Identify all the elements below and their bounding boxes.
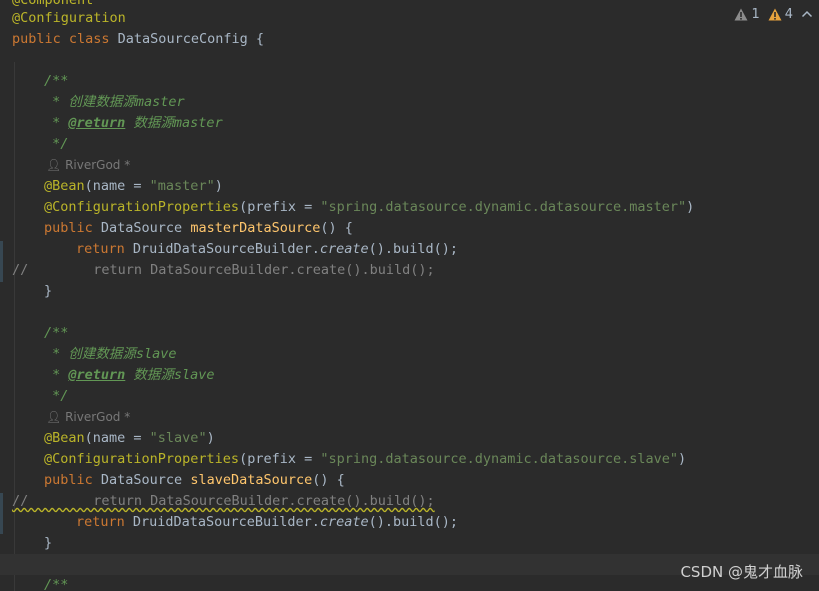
author-name: RiverGod * (65, 158, 131, 172)
warning-count: 4 (784, 6, 793, 22)
line-comment: // return DataSourceBuilder.create().bui… (12, 262, 435, 278)
code-line[interactable]: @ConfigurationProperties(prefix = "sprin… (0, 197, 819, 218)
doc-comment-text: * (44, 367, 69, 383)
string-literal: "slave" (149, 430, 207, 446)
annotation: @Bean (44, 430, 85, 446)
doc-comment: /** (44, 73, 69, 89)
code-line[interactable]: return DruidDataSourceBuilder.create().b… (0, 239, 819, 260)
code-text: ) (214, 178, 223, 194)
keyword: return (76, 241, 133, 257)
code-text: ) (686, 199, 695, 215)
code-text: (prefix = (239, 451, 321, 467)
doc-comment-text: master (135, 94, 185, 110)
code-line[interactable]: */ (0, 134, 819, 155)
code-line[interactable]: public class DataSourceConfig { (0, 29, 819, 50)
string-literal: "master" (149, 178, 215, 194)
doc-comment: */ (44, 388, 69, 404)
static-method-call: create (319, 241, 369, 257)
code-line[interactable]: @Configuration (0, 8, 819, 29)
code-text: ) (206, 430, 215, 446)
code-text: ) (677, 451, 687, 467)
code-line[interactable]: * 创建数据源slave (0, 344, 819, 365)
keyword: return (76, 514, 133, 530)
method-name: slaveDataSource (190, 472, 313, 488)
annotation: @ConfigurationProperties (44, 451, 240, 467)
code-editor[interactable]: @Component @Configuration public class D… (0, 0, 819, 591)
string-literal: "spring.datasource.dynamic.datasource.ma… (320, 199, 687, 215)
code-line[interactable]: * @return 数据源slave (0, 365, 819, 386)
doc-tag: @return (68, 367, 126, 383)
method-name: masterDataSource (190, 220, 321, 236)
code-line[interactable]: public DataSource slaveDataSource() { (0, 470, 819, 491)
static-method-call: create (319, 514, 369, 530)
code-text: DruidDataSourceBuilder. (132, 241, 320, 257)
string-literal: "spring.datasource.dynamic.datasource.sl… (320, 451, 678, 467)
warning-icon (768, 8, 782, 20)
author-inlay-line[interactable]: 👤︎ RiverGod * (0, 155, 819, 176)
weak-warning-icon (734, 8, 748, 20)
weak-warning-count: 1 (751, 6, 760, 22)
watermark: CSDN @鬼才血脉 (680, 563, 803, 581)
author-name: RiverGod * (65, 410, 131, 424)
doc-comment: /** (44, 577, 69, 591)
code-text: ().build(); (368, 241, 459, 257)
doc-tag: @return (68, 115, 126, 131)
code-line[interactable]: } (0, 533, 819, 554)
code-line[interactable]: /** (0, 323, 819, 344)
code-line[interactable]: * 创建数据源master (0, 92, 819, 113)
code-text: ().build(); (368, 514, 459, 530)
code-line[interactable]: @Bean(name = "master") (0, 176, 819, 197)
code-line[interactable]: public DataSource masterDataSource() { (0, 218, 819, 239)
code-text: () { (312, 472, 345, 488)
closing-brace: } (44, 535, 53, 551)
doc-comment-text: 数据源master (125, 115, 223, 131)
annotation: @Bean (44, 178, 85, 194)
inspection-widget[interactable]: 1 4 (734, 4, 813, 24)
code-line[interactable]: @Bean(name = "slave") (0, 428, 819, 449)
warning-indicator[interactable]: 4 (768, 7, 793, 22)
annotation: @ConfigurationProperties (44, 199, 240, 215)
type-name: DataSource (100, 472, 191, 488)
keyword: public class (12, 31, 118, 47)
code-text: () { (320, 220, 353, 236)
code-text: DruidDataSourceBuilder. (132, 514, 320, 530)
code-text: (prefix = (239, 199, 321, 215)
author-inlay-line[interactable]: 👤︎ RiverGod * (0, 407, 819, 428)
doc-comment-text: 数据源slave (125, 367, 215, 383)
keyword: public (44, 220, 101, 236)
code-line[interactable]: // return DataSourceBuilder.create().bui… (0, 491, 819, 512)
doc-comment: */ (44, 136, 69, 152)
code-line[interactable]: @ConfigurationProperties(prefix = "sprin… (0, 449, 819, 470)
doc-comment: /** (44, 325, 69, 341)
person-icon: 👤︎ (46, 410, 62, 424)
closing-brace: } (44, 283, 53, 299)
code-line[interactable]: /** (0, 71, 819, 92)
chevron-up-icon[interactable] (801, 9, 813, 19)
code-line[interactable]: } (0, 281, 819, 302)
code-text: (name = (84, 430, 150, 446)
keyword: public (44, 472, 101, 488)
code-text: (name = (84, 178, 150, 194)
type-name: DataSource (100, 220, 191, 236)
doc-comment-text: * 创建数据源 (44, 346, 136, 362)
annotation: @Configuration (12, 10, 126, 26)
code-line[interactable]: * @return 数据源master (0, 113, 819, 134)
person-icon: 👤︎ (46, 158, 62, 172)
line-comment: // return DataSourceBuilder.create().bui… (12, 493, 435, 509)
doc-comment-text: * (44, 115, 69, 131)
code-line[interactable]: */ (0, 386, 819, 407)
weak-warning-indicator[interactable]: 1 (734, 6, 760, 22)
code-line[interactable]: return DruidDataSourceBuilder.create().b… (0, 512, 819, 533)
doc-comment-text: * 创建数据源 (44, 94, 136, 110)
class-name: DataSourceConfig { (117, 31, 264, 47)
code-line[interactable]: // return DataSourceBuilder.create().bui… (0, 260, 819, 281)
doc-comment-text: slave (135, 346, 177, 362)
